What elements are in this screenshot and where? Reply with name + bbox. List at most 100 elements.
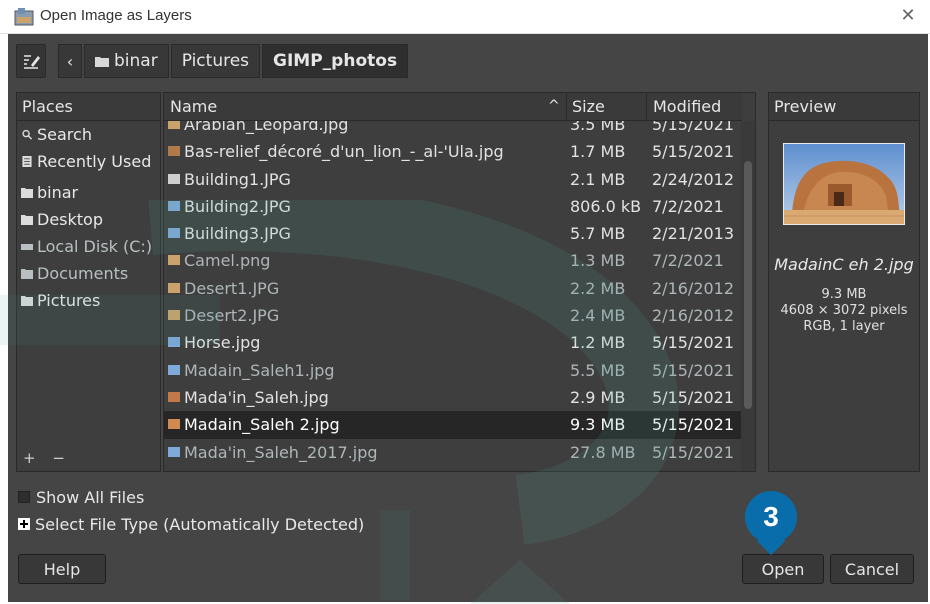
step-number-badge: 3	[745, 491, 797, 543]
file-name: MasjidNabawi.jpg	[184, 470, 324, 471]
file-row[interactable]: Bas-relief_décoré_d'un_lion_-_al-'Ula.jp…	[164, 138, 742, 165]
folder-icon	[21, 296, 33, 306]
image-file-icon	[168, 146, 180, 157]
file-size: 2.4 MB	[570, 306, 626, 326]
place-label: Desktop	[37, 210, 103, 229]
file-modified: 5/15/2021	[652, 415, 735, 435]
sort-ascending-icon[interactable]: ^	[548, 98, 560, 114]
checkbox-label: Show All Files	[36, 487, 145, 507]
image-file-icon	[168, 391, 180, 402]
place-pictures[interactable]: Pictures	[17, 287, 160, 314]
preview-filesize: 9.3 MB	[821, 287, 867, 302]
file-rows: Arabian_Leopard.jpg 3.5 MB 5/15/2021 Bas-re…	[164, 111, 742, 471]
select-file-type-expander[interactable]: Select File Type (Automatically Detected…	[18, 514, 364, 534]
expander-label: Select File Type (Automatically Detected…	[35, 514, 365, 534]
file-size: 806.0 kB	[570, 196, 642, 216]
file-modified: 5/15/2021	[652, 387, 735, 407]
expand-plus-icon[interactable]	[18, 518, 30, 530]
file-name: Mada'in_Saleh_2017.jpg	[184, 442, 378, 462]
file-size: 2.9 MB	[570, 387, 626, 407]
breadcrumb-gimp-photos[interactable]: GIMP_photos	[262, 44, 409, 78]
place-recently-used[interactable]: Recently Used	[17, 148, 160, 175]
file-name: Building3.JPG	[184, 224, 291, 244]
breadcrumb-back-button[interactable]: ‹	[58, 44, 82, 78]
places-panel: Places Search Recently Used binar Deskto…	[16, 92, 161, 472]
column-modified[interactable]: Modified	[653, 97, 721, 116]
file-modified: 7/2/2021	[652, 196, 724, 216]
file-name: Mada'in_Saleh.jpg	[184, 387, 329, 407]
help-button[interactable]: Help	[18, 554, 106, 584]
file-modified: 2/16/2012	[652, 306, 735, 326]
file-row[interactable]: Madain_Saleh1.jpg 5.5 MB 5/15/2021	[164, 357, 742, 384]
drive-icon	[21, 244, 33, 250]
image-file-icon	[168, 337, 180, 348]
file-row[interactable]: MasjidNabawi.jpg 2.7 MB 5/15/2021	[164, 466, 742, 471]
file-size: 27.8 MB	[570, 442, 636, 462]
place-label: Recently Used	[37, 152, 152, 171]
breadcrumb-pictures[interactable]: Pictures	[170, 44, 261, 78]
breadcrumb-binar[interactable]: binar	[84, 44, 169, 78]
file-name: Horse.jpg	[184, 333, 261, 353]
place-search[interactable]: Search	[17, 121, 160, 148]
file-row[interactable]: Building2.JPG 806.0 kB 7/2/2021	[164, 193, 742, 220]
image-file-icon	[168, 255, 180, 266]
place-local-disk[interactable]: Local Disk (C:)	[17, 233, 160, 260]
place-documents[interactable]: Documents	[17, 260, 160, 287]
file-row[interactable]: Madain_Saleh 2.jpg 9.3 MB 5/15/2021	[164, 411, 742, 439]
file-modified: 2/21/2013	[652, 224, 735, 244]
preview-panel: Preview MadainC eh 2.jpg 9.3 MB 4608 × 3…	[768, 92, 920, 472]
close-icon[interactable]: ✕	[898, 6, 918, 26]
rock-tomb-image	[784, 144, 904, 224]
file-list-scrollbar[interactable]	[741, 121, 755, 471]
file-size: 2.2 MB	[570, 278, 626, 298]
place-label: Pictures	[37, 291, 101, 310]
file-size: 1.2 MB	[570, 333, 626, 353]
preview-thumbnail	[783, 143, 905, 225]
window-titlebar: Open Image as Layers ✕	[0, 0, 930, 34]
file-size: 1.7 MB	[570, 142, 626, 162]
file-name: Madain_Saleh1.jpg	[184, 360, 335, 380]
column-size[interactable]: Size	[572, 97, 605, 116]
scrollbar-thumb[interactable]	[744, 161, 752, 409]
image-file-icon	[168, 446, 180, 457]
file-row[interactable]: Mada'in_Saleh_2017.jpg 27.8 MB 5/15/2021	[164, 439, 742, 466]
file-row[interactable]: Mada'in_Saleh.jpg 2.9 MB 5/15/2021	[164, 384, 742, 411]
place-label: Search	[37, 125, 92, 144]
edit-location-icon	[24, 55, 40, 69]
preview-header: Preview	[769, 93, 919, 121]
file-modified: 5/15/2021	[652, 360, 735, 380]
checkbox-box[interactable]	[18, 491, 30, 503]
file-row[interactable]: Building3.JPG 5.7 MB 2/21/2013	[164, 220, 742, 247]
file-row[interactable]: Horse.jpg 1.2 MB 5/15/2021	[164, 329, 742, 356]
open-button[interactable]: Open	[742, 554, 824, 584]
file-modified: 5/15/2021	[652, 442, 735, 462]
file-list-header: Name ^ Size Modified	[164, 93, 742, 121]
show-all-files-checkbox[interactable]: Show All Files	[18, 487, 144, 507]
file-size: 5.7 MB	[570, 224, 626, 244]
file-size: 1.3 MB	[570, 251, 626, 271]
search-icon	[22, 129, 33, 140]
window-title: Open Image as Layers	[40, 7, 192, 24]
place-label: binar	[37, 183, 79, 202]
image-file-icon	[168, 282, 180, 293]
file-name: Camel.png	[184, 251, 271, 271]
breadcrumb-label: binar	[114, 51, 158, 71]
file-row[interactable]: Desert2.JPG 2.4 MB 2/16/2012	[164, 302, 742, 329]
file-modified: 2/16/2012	[652, 278, 735, 298]
place-binar[interactable]: binar	[17, 179, 160, 206]
place-desktop[interactable]: Desktop	[17, 206, 160, 233]
place-label: Documents	[37, 264, 129, 283]
file-row[interactable]: Camel.png 1.3 MB 7/2/2021	[164, 247, 742, 274]
type-location-button[interactable]	[16, 44, 46, 78]
file-row[interactable]: Desert1.JPG 2.2 MB 2/16/2012	[164, 275, 742, 302]
file-modified: 5/15/2021	[652, 333, 735, 353]
file-size: 2.7 MB	[570, 470, 625, 471]
cancel-button[interactable]: Cancel	[830, 554, 914, 584]
add-remove-bookmark-buttons[interactable]: + −	[23, 449, 71, 467]
gimp-app-icon	[14, 8, 34, 26]
file-list: Name ^ Size Modified Arabian_Leopard.jpg…	[163, 92, 756, 472]
file-row[interactable]: Building1.JPG 2.1 MB 2/24/2012	[164, 166, 742, 193]
preview-dimensions: 4608 × 3072 pixels	[780, 303, 908, 318]
preview-color-mode: RGB, 1 layer	[803, 319, 885, 334]
column-name[interactable]: Name	[170, 97, 217, 116]
